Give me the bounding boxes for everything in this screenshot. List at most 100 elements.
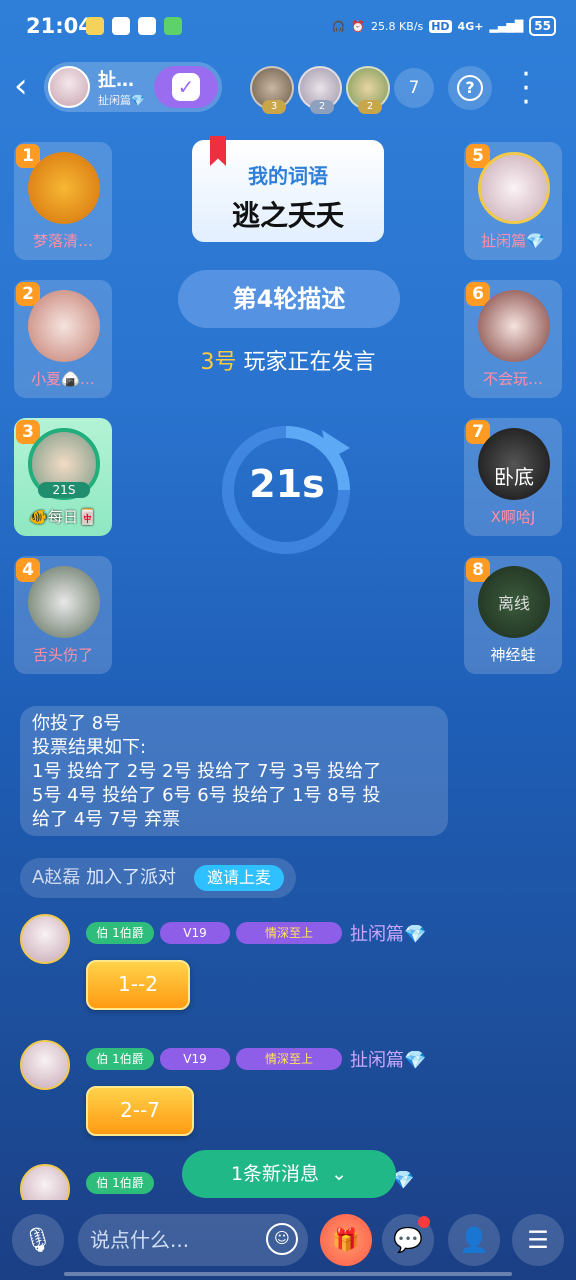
status-bar: 21:04 🎧 ⏰ 25.8 KB/s HD 4G+ ▂▄▆█ 55	[0, 0, 576, 54]
messages-button[interactable]: 💬	[382, 1214, 434, 1266]
help-button[interactable]: ?	[448, 66, 492, 110]
app-icon	[138, 17, 156, 35]
seat-avatar	[478, 290, 550, 362]
room-info[interactable]: 扯… 扯闲篇💎 ✓	[44, 62, 222, 112]
my-word-card: 我的词语 逃之夭夭	[192, 136, 384, 242]
new-messages-button[interactable]: 1条新消息 ⌄	[182, 1150, 396, 1198]
join-user[interactable]: A赵磊	[32, 867, 80, 888]
seat-1[interactable]: 1 梦落清…	[14, 142, 112, 260]
add-friend-button[interactable]: 👤	[448, 1214, 500, 1266]
undercover-label: 卧底	[494, 465, 534, 489]
checkin-button[interactable]: ✓	[154, 66, 218, 108]
status-time: 21:04	[26, 14, 93, 38]
bottom-toolbar: 🎙 说点什么... ☺ 🎁 💬 👤 ☰	[0, 1210, 576, 1280]
chevron-down-icon: ⌄	[331, 1163, 348, 1185]
round-label: 第4轮描述	[178, 270, 400, 328]
menu-button[interactable]: ☰	[512, 1214, 564, 1266]
mic-off-icon: 🎙	[22, 1226, 54, 1254]
rank-badge: 伯 1伯爵	[86, 1172, 154, 1194]
seat-name: X啊哈J	[490, 508, 536, 526]
join-notice: A赵磊 加入了派对 邀请上麦	[20, 858, 296, 898]
seat-name: 梦落清…	[32, 232, 93, 250]
speaking-number: 3号	[200, 350, 237, 375]
seat-avatar	[28, 152, 100, 224]
seat-avatar: 卧底	[478, 428, 550, 500]
headphone-icon: 🎧	[331, 19, 346, 33]
seat-name: 舌头伤了	[32, 646, 93, 664]
timer-value: 21s	[249, 462, 325, 506]
battery-icon: 55	[529, 16, 556, 36]
seat-4[interactable]: 4 舌头伤了	[14, 556, 112, 674]
audience-avatar[interactable]: 2	[298, 66, 342, 114]
sender-name[interactable]: 扯闲篇💎	[350, 920, 426, 946]
seat-name: 🐠每日🀄	[29, 508, 97, 526]
sender-name[interactable]: 扯闲篇💎	[350, 1046, 426, 1072]
add-user-icon: 👤	[459, 1226, 489, 1254]
seat-name: 扯闲篇💎	[481, 232, 545, 250]
title-badge: 情深至上	[236, 1048, 342, 1070]
my-word: 逃之夭夭	[231, 199, 344, 232]
wechat-icon	[112, 17, 130, 35]
emoji-icon[interactable]: ☺	[266, 1223, 298, 1255]
seat-avatar	[478, 152, 550, 224]
seat-8[interactable]: 8 离线 神经蛙	[464, 556, 562, 674]
seat-6[interactable]: 6 不会玩…	[464, 280, 562, 398]
seat-avatar	[28, 566, 100, 638]
audience-avatar[interactable]: 3	[250, 66, 294, 114]
unread-dot	[418, 1216, 430, 1228]
message-line: 投票结果如下:	[32, 737, 147, 758]
message-bubble: 1--2	[86, 960, 190, 1010]
rank-badge: 伯 1伯爵	[86, 922, 154, 944]
audience-badge: 2	[358, 100, 382, 114]
room-owner: 扯闲篇💎	[98, 94, 145, 107]
chat-bubble-icon: 💬	[393, 1226, 423, 1254]
checkin-icon: ✓	[172, 73, 200, 101]
gift-icon: 🎁	[332, 1227, 360, 1253]
room-name: 扯…	[98, 70, 134, 91]
mic-off-button[interactable]: 🎙	[12, 1214, 64, 1266]
signal-label: 4G+	[457, 19, 484, 33]
help-icon: ?	[457, 75, 483, 101]
word-card-title: 我的词语	[248, 164, 328, 188]
seat-avatar	[28, 290, 100, 362]
more-icon[interactable]: · · ·	[516, 60, 536, 118]
room-header: ‹ 扯… 扯闲篇💎 ✓ 3 2 2 7 ? · · ·	[0, 58, 576, 118]
seat-3[interactable]: 3 21S 🐠每日🀄	[14, 418, 112, 536]
app-icon-2	[164, 17, 182, 35]
seat-5[interactable]: 5 扯闲篇💎	[464, 142, 562, 260]
vote-result-message: 你投了 8号 投票结果如下: 1号 投给了 2号 2号 投给了 7号 3号 投给…	[20, 706, 448, 836]
seat-name: 神经蛙	[490, 646, 536, 664]
seat-name: 不会玩…	[482, 370, 543, 388]
seat-2[interactable]: 2 小夏🍙…	[14, 280, 112, 398]
seat-avatar: 离线	[478, 566, 550, 638]
speaking-status: 3号 玩家正在发言	[100, 344, 476, 376]
offline-label: 离线	[497, 594, 530, 613]
gift-button[interactable]: 🎁	[320, 1214, 372, 1266]
online-count[interactable]: 7	[394, 68, 434, 108]
audience-avatar[interactable]: 2	[346, 66, 390, 114]
speaking-text: 玩家正在发言	[243, 350, 376, 375]
audience-badge: 2	[310, 100, 334, 114]
signal-icon: ▂▄▆█	[489, 19, 524, 33]
title-badge: 情深至上	[236, 922, 342, 944]
join-text: 加入了派对	[86, 867, 177, 888]
message-bubble: 2--7	[86, 1086, 194, 1136]
sender-avatar[interactable]	[20, 1040, 70, 1090]
audience-badge: 3	[262, 100, 286, 114]
net-speed: 25.8 KB/s	[371, 19, 424, 33]
sender-avatar[interactable]	[20, 1164, 70, 1200]
sender-avatar[interactable]	[20, 914, 70, 964]
hd-badge: HD	[429, 19, 452, 33]
rank-badge: 伯 1伯爵	[86, 1048, 154, 1070]
message-line: 你投了 8号	[32, 713, 122, 734]
back-icon[interactable]: ‹	[14, 68, 28, 104]
speaking-timer-tag: 21S	[38, 482, 90, 498]
new-messages-label: 1条新消息	[230, 1163, 320, 1185]
seat-7[interactable]: 7 卧底 X啊哈J	[464, 418, 562, 536]
message-line: 1号 投给了 2号 2号 投给了 7号 3号 投给了	[32, 761, 382, 782]
countdown-timer: 21s	[218, 424, 358, 554]
home-indicator	[64, 1272, 512, 1276]
notification-icon	[86, 17, 104, 35]
room-avatar	[48, 66, 90, 108]
invite-button[interactable]: 邀请上麦	[194, 865, 284, 891]
